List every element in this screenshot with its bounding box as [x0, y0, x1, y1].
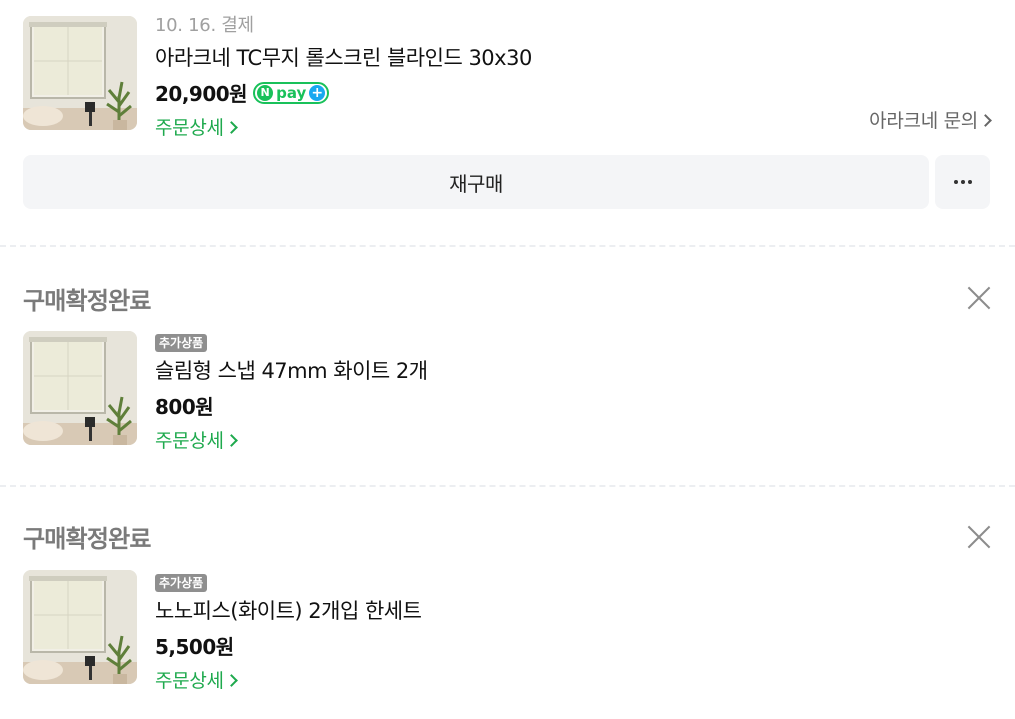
add-on-badge: 추가상품 — [155, 334, 208, 352]
ellipsis-icon — [953, 180, 958, 184]
product-price: 5,500원 — [155, 635, 234, 659]
roller-blind-image — [23, 16, 137, 130]
order-actions: 재구매 — [23, 155, 990, 209]
add-on-badge: 추가상품 — [155, 574, 208, 592]
roller-blind-image — [23, 570, 137, 684]
product-price: 20,900원 — [155, 82, 248, 106]
order-detail-label: 주문상세 — [155, 430, 224, 452]
seller-inquiry-link[interactable]: 아라크네 문의 — [869, 106, 992, 133]
order-detail-link[interactable]: 주문상세 — [155, 666, 238, 693]
product-thumbnail[interactable] — [23, 570, 137, 684]
chevron-right-icon — [224, 673, 238, 687]
price-row: 800원 — [155, 391, 995, 420]
plus-icon: + — [309, 84, 326, 101]
chevron-right-icon — [224, 120, 238, 134]
order-detail-link[interactable]: 주문상세 — [155, 113, 238, 140]
roller-blind-image — [23, 331, 137, 445]
order-status: 구매확정완료 — [23, 287, 151, 315]
npay-plus-badge: N pay + — [253, 81, 330, 104]
price-row: 20,900원 N pay + — [155, 78, 995, 107]
seller-inquiry-label: 아라크네 문의 — [869, 110, 978, 132]
ellipsis-icon — [960, 180, 965, 184]
order-detail-label: 주문상세 — [155, 117, 224, 139]
chevron-right-icon — [224, 433, 238, 447]
order-detail-label: 주문상세 — [155, 670, 224, 692]
naver-n-icon: N — [257, 84, 274, 101]
order-status: 구매확정완료 — [23, 525, 151, 553]
product-thumbnail[interactable] — [23, 331, 137, 445]
product-thumbnail[interactable] — [23, 16, 137, 130]
price-row: 5,500원 — [155, 631, 995, 660]
product-name[interactable]: 아라크네 TC무지 롤스크린 블라인드 30x30 — [155, 42, 995, 72]
order-info: 추가상품 슬림형 스냅 47mm 화이트 2개 800원 주문상세 — [155, 332, 995, 453]
close-icon[interactable] — [966, 524, 992, 550]
product-name[interactable]: 노노피스(화이트) 2개입 한세트 — [155, 595, 995, 625]
order-info: 추가상품 노노피스(화이트) 2개입 한세트 5,500원 주문상세 — [155, 572, 995, 693]
product-name[interactable]: 슬림형 스냅 47mm 화이트 2개 — [155, 355, 995, 385]
order-card-1: 10. 16. 결제 아라크네 TC무지 롤스크린 블라인드 30x30 20,… — [0, 0, 1015, 245]
more-options-button[interactable] — [935, 155, 990, 209]
ellipsis-icon — [967, 180, 972, 184]
rebuy-button[interactable]: 재구매 — [23, 155, 929, 209]
close-icon[interactable] — [966, 285, 992, 311]
order-card-2: 구매확정완료 추가상품 슬림형 스냅 47mm 화이트 2개 800원 주문상세 — [0, 247, 1015, 485]
order-card-3: 구매확정완료 추가상품 노노피스(화이트) 2개입 한세트 5,500원 주문상… — [0, 487, 1015, 719]
chevron-right-icon — [979, 113, 992, 127]
npay-text: pay — [276, 83, 307, 102]
product-price: 800원 — [155, 395, 214, 419]
payment-date: 10. 16. 결제 — [155, 15, 254, 36]
order-detail-link[interactable]: 주문상세 — [155, 426, 238, 453]
